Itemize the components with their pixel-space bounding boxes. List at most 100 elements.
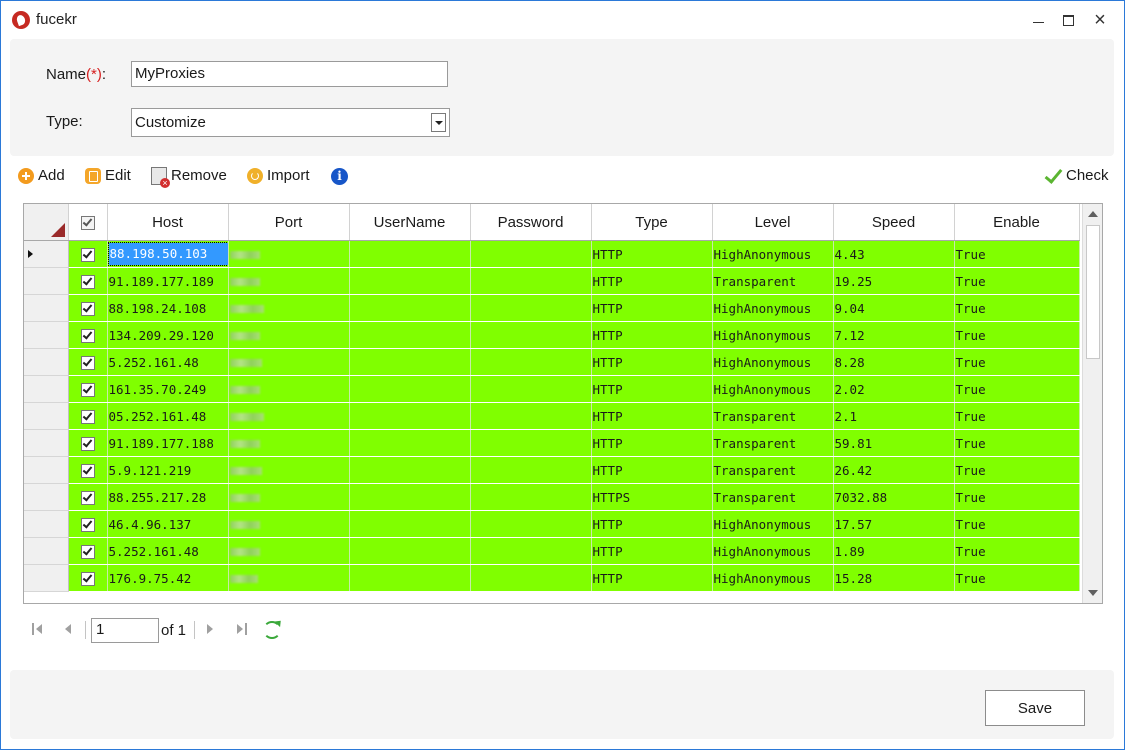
proxy-grid[interactable]: Host Port UserName Password Type Level S… (23, 203, 1103, 604)
row-header[interactable] (24, 375, 69, 403)
speed-cell[interactable]: 9.04 (833, 294, 955, 322)
type-cell[interactable]: HTTP (591, 240, 713, 268)
speed-cell[interactable]: 7032.88 (833, 483, 955, 511)
speed-cell[interactable]: 4.43 (833, 240, 955, 268)
password-cell[interactable] (470, 321, 592, 349)
select-all-corner[interactable] (24, 204, 69, 241)
row-header[interactable] (24, 510, 69, 538)
row-checkbox[interactable] (81, 301, 95, 316)
port-cell[interactable] (228, 483, 350, 511)
table-row[interactable]: 134.209.29.120 HTTP HighAnonymous 7.12 True (24, 321, 1080, 349)
level-cell[interactable]: HighAnonymous (712, 348, 834, 376)
row-checkbox-cell[interactable] (68, 321, 108, 349)
port-cell[interactable] (228, 564, 350, 592)
level-cell[interactable]: Transparent (712, 267, 834, 295)
title-bar[interactable]: fucekr × (1, 1, 1124, 39)
maximize-button[interactable] (1058, 9, 1080, 31)
enable-cell[interactable]: True (954, 483, 1080, 511)
type-cell[interactable]: HTTP (591, 456, 713, 484)
row-checkbox-cell[interactable] (68, 375, 108, 403)
password-cell[interactable] (470, 294, 592, 322)
enable-cell[interactable]: True (954, 537, 1080, 565)
table-row[interactable]: 5.9.121.219 HTTP Transparent 26.42 True (24, 456, 1080, 484)
username-cell[interactable] (349, 537, 471, 565)
type-select[interactable]: Customize (131, 108, 450, 137)
port-cell[interactable] (228, 510, 350, 538)
host-cell[interactable]: 88.255.217.28 (107, 483, 229, 511)
row-checkbox-cell[interactable] (68, 348, 108, 376)
host-cell[interactable]: 88.198.50.103 (107, 240, 229, 268)
speed-cell[interactable]: 8.28 (833, 348, 955, 376)
speed-cell[interactable]: 2.1 (833, 402, 955, 430)
speed-cell[interactable]: 15.28 (833, 564, 955, 592)
level-cell[interactable]: Transparent (712, 456, 834, 484)
table-row[interactable]: 88.198.50.103 HTTP HighAnonymous 4.43 True (24, 240, 1080, 268)
row-header[interactable] (24, 294, 69, 322)
import-button[interactable]: Import (247, 164, 310, 188)
row-header[interactable] (24, 267, 69, 295)
row-checkbox[interactable] (81, 436, 95, 451)
minimize-button[interactable] (1028, 9, 1050, 31)
row-checkbox-cell[interactable] (68, 483, 108, 511)
host-cell[interactable]: 5.252.161.48 (107, 348, 229, 376)
row-checkbox[interactable] (81, 274, 95, 289)
level-cell[interactable]: HighAnonymous (712, 510, 834, 538)
scroll-thumb[interactable] (1086, 225, 1100, 359)
password-cell[interactable] (470, 240, 592, 268)
table-row[interactable]: 5.252.161.48 HTTP HighAnonymous 1.89 True (24, 537, 1080, 565)
info-button[interactable]: i (331, 164, 352, 188)
host-cell[interactable]: 5.9.121.219 (107, 456, 229, 484)
host-cell[interactable]: 176.9.75.42 (107, 564, 229, 592)
username-cell[interactable] (349, 348, 471, 376)
password-cell[interactable] (470, 537, 592, 565)
row-checkbox[interactable] (81, 544, 95, 559)
level-cell[interactable]: Transparent (712, 429, 834, 457)
port-cell[interactable] (228, 456, 350, 484)
enable-cell[interactable]: True (954, 348, 1080, 376)
row-checkbox[interactable] (81, 247, 95, 262)
level-cell[interactable]: HighAnonymous (712, 375, 834, 403)
table-row[interactable]: 5.252.161.48 HTTP HighAnonymous 8.28 True (24, 348, 1080, 376)
password-cell[interactable] (470, 483, 592, 511)
port-cell[interactable] (228, 240, 350, 268)
password-cell[interactable] (470, 375, 592, 403)
level-cell[interactable]: HighAnonymous (712, 240, 834, 268)
row-checkbox-cell[interactable] (68, 456, 108, 484)
dropdown-arrow-icon[interactable] (431, 113, 446, 132)
username-cell[interactable] (349, 456, 471, 484)
type-cell[interactable]: HTTP (591, 510, 713, 538)
refresh-icon[interactable] (263, 621, 281, 639)
host-cell[interactable]: 46.4.96.137 (107, 510, 229, 538)
save-button[interactable]: Save (985, 690, 1085, 726)
row-header[interactable] (24, 348, 69, 376)
enable-cell[interactable]: True (954, 267, 1080, 295)
type-cell[interactable]: HTTP (591, 348, 713, 376)
password-cell[interactable] (470, 456, 592, 484)
last-page-icon[interactable] (237, 623, 247, 635)
row-checkbox[interactable] (81, 517, 95, 532)
speed-cell[interactable]: 2.02 (833, 375, 955, 403)
type-cell[interactable]: HTTP (591, 537, 713, 565)
type-cell[interactable]: HTTP (591, 321, 713, 349)
edit-button[interactable]: Edit (85, 164, 131, 188)
port-cell[interactable] (228, 537, 350, 565)
port-cell[interactable] (228, 321, 350, 349)
row-checkbox-cell[interactable] (68, 267, 108, 295)
previous-page-icon[interactable] (65, 624, 71, 634)
type-cell[interactable]: HTTP (591, 267, 713, 295)
password-cell[interactable] (470, 564, 592, 592)
column-header-username[interactable]: UserName (349, 204, 471, 241)
username-cell[interactable] (349, 321, 471, 349)
first-page-icon[interactable] (32, 623, 42, 635)
select-all-checkbox[interactable] (80, 215, 95, 230)
row-header[interactable] (24, 483, 69, 511)
column-header-level[interactable]: Level (712, 204, 834, 241)
host-cell[interactable]: 134.209.29.120 (107, 321, 229, 349)
username-cell[interactable] (349, 240, 471, 268)
password-cell[interactable] (470, 402, 592, 430)
table-row[interactable]: 161.35.70.249 HTTP HighAnonymous 2.02 True (24, 375, 1080, 403)
port-cell[interactable] (228, 267, 350, 295)
password-cell[interactable] (470, 510, 592, 538)
username-cell[interactable] (349, 402, 471, 430)
username-cell[interactable] (349, 429, 471, 457)
